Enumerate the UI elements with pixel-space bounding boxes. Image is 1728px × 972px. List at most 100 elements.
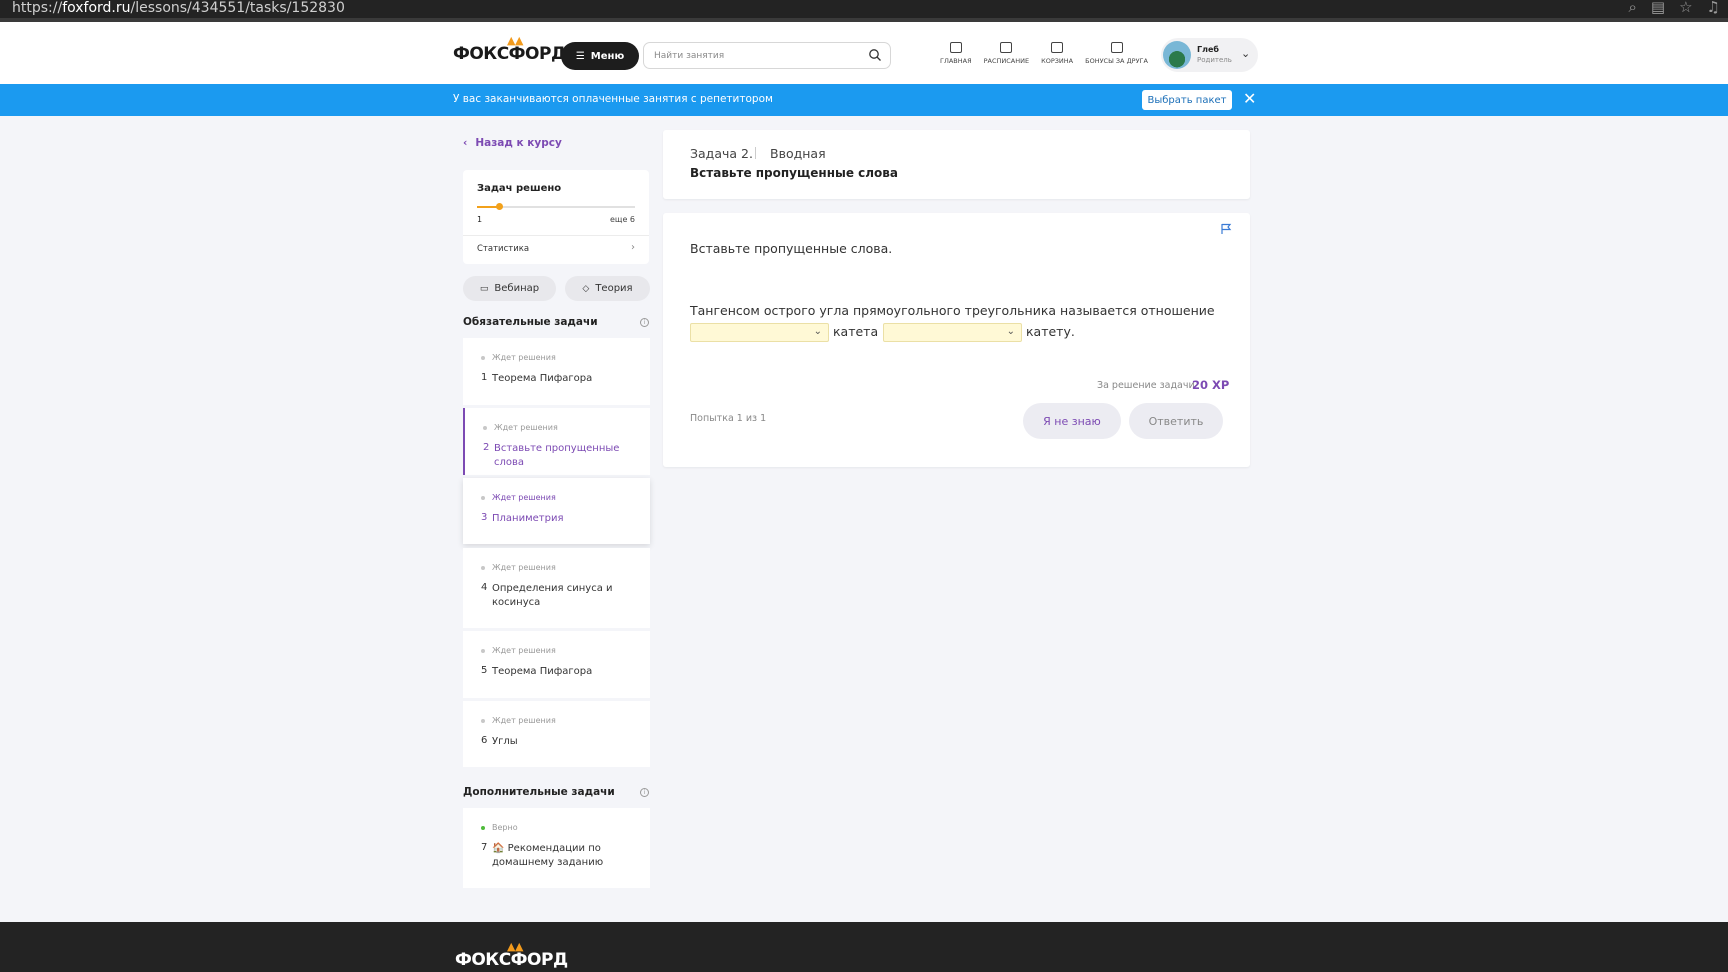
cart-icon [1051,42,1064,53]
nav-cart[interactable]: КОРЗИНА [1041,42,1073,65]
answer-button[interactable]: Ответить [1129,403,1223,439]
reader-icon[interactable]: ▤ [1651,0,1665,16]
status-dot [481,826,485,830]
task-header-card: Задача 2. Вводная Вставьте пропущенные с… [663,130,1250,199]
nav-schedule[interactable]: РАСПИСАНИЕ [983,42,1030,65]
nav-schedule-label: РАСПИСАНИЕ [983,57,1030,65]
chevron-down-icon: ⌄ [813,326,822,337]
back-label: Назад к курсу [475,137,562,149]
bookmark-star-icon[interactable]: ☆ [1679,0,1692,16]
task-item-2[interactable]: Ждет решения 2 Вставьте пропущенные слов… [463,408,650,475]
progress-remaining: еще 6 [609,215,635,224]
choose-package-button[interactable]: Выбрать пакет [1142,90,1232,110]
info-icon[interactable]: i [640,788,649,797]
user-role: Родитель [1197,56,1232,64]
menu-list-icon: ☰ [575,50,585,62]
site-footer: ФОКСФОРД ▲▲ [0,922,1728,972]
statistics-link[interactable]: Статистика [477,244,529,254]
task-status: Ждет решения [492,493,556,502]
url-path: /lessons/434551/tasks/152830 [130,0,345,16]
gift-icon [1110,42,1123,53]
site-header: ФОКСФОРД▲▲ ☰ Меню ГЛАВНАЯ РАСПИСАНИЕ КОРЗ… [0,22,1728,84]
user-name: Глеб [1197,45,1219,54]
search-input[interactable] [654,48,854,64]
task-status: Ждет решения [492,646,556,655]
progress-card: Задач решено 1 еще 6 Статистика › [463,170,649,264]
task-number: 1 [481,372,488,383]
task-sentence: Тангенсом острого угла прямоугольного тр… [690,303,1215,318]
nav-bonus-label: БОНУСЫ ЗА ДРУГА [1085,57,1148,65]
task-label: Планиметрия [492,513,564,524]
flag-icon[interactable] [1220,223,1232,235]
task-item-1[interactable]: Ждет решения 1 Теорема Пифагора [463,338,650,405]
task-item-6[interactable]: Ждет решения 6 Углы [463,701,650,767]
task-number: 5 [481,665,488,676]
dont-know-button[interactable]: Я не знаю [1023,403,1121,439]
progress-bar [477,203,635,210]
task-label: Определения синуса и косинуса [492,583,613,608]
video-icon: ▭ [479,283,489,294]
webinar-label: Вебинар [494,283,540,294]
answer-select-2[interactable]: ⌄ [883,323,1022,342]
attempt-counter: Попытка 1 из 1 [690,413,767,424]
progress-marker [496,203,504,210]
media-icon[interactable]: ♫ [1707,0,1720,16]
menu-button[interactable]: ☰ Меню [561,42,639,70]
menu-label: Меню [590,50,625,62]
task-instruction: Вставьте пропущенные слова. [690,241,893,256]
progress-solved: 1 [477,215,483,224]
theory-button[interactable]: ◇ Теория [565,276,650,301]
user-menu[interactable]: Глеб Родитель ⌄ [1161,38,1258,72]
zoom-icon[interactable]: ⌕ [1629,0,1637,16]
banner-text: У вас заканчиваются оплаченные занятия с… [453,93,773,105]
task-label: 🏠 Рекомендации по домашнему заданию [492,843,604,868]
chevron-right-icon: › [631,242,635,253]
task-number-label: Задача 2. [690,146,753,161]
task-number: 7 [481,842,488,853]
task-label: Теорема Пифагора [492,666,593,677]
fox-ears-icon: ▲▲ [507,34,523,47]
main-nav: ГЛАВНАЯ РАСПИСАНИЕ КОРЗИНА БОНУСЫ ЗА ДРУ… [940,42,1148,65]
reward-label: За решение задачи [1097,380,1195,391]
logo[interactable]: ФОКСФОРД ▲▲ [453,34,566,64]
fox-ears-icon: ▲▲ [507,940,523,953]
task-label: Теорема Пифагора [492,373,593,384]
status-dot [481,719,485,723]
divider [463,235,649,236]
close-icon[interactable]: ✕ [1243,89,1256,109]
task-item-4[interactable]: Ждет решения 4 Определения синуса и коси… [463,548,650,628]
reward-value: 20 XP [1192,378,1230,392]
required-tasks-title: Обязательные задачи [463,316,598,328]
task-status: Ждет решения [492,353,556,362]
back-to-course-link[interactable]: ‹ Назад к курсу [463,137,562,149]
graduation-cap-icon: ◇ [582,283,590,294]
task-tag: Вводная [770,146,826,161]
status-dot [481,496,485,500]
info-icon[interactable]: i [640,318,649,327]
task-item-5[interactable]: Ждет решения 5 Теорема Пифагора [463,631,650,698]
task-label: Вставьте пропущенные слова [494,443,620,468]
search-icon[interactable] [868,48,882,62]
calendar-icon [1000,42,1013,53]
status-dot [483,426,487,430]
footer-logo-text: ФОКСФОРД [455,950,568,970]
nav-home[interactable]: ГЛАВНАЯ [940,42,972,65]
status-dot [481,356,485,360]
footer-logo[interactable]: ФОКСФОРД ▲▲ [455,940,568,970]
chevron-down-icon: ⌄ [1006,326,1015,337]
address-bar[interactable]: https://foxford.ru/lessons/434551/tasks/… [12,0,345,16]
search-box [643,42,891,69]
task-number: 4 [481,582,488,593]
task-sentence-end: катету. [1026,324,1075,339]
task-item-7[interactable]: Верно 7 🏠 Рекомендации по домашнему зада… [463,808,650,888]
logo-text: ФОКСФОРД [453,44,566,64]
webinar-button[interactable]: ▭ Вебинар [463,276,556,301]
task-label: Углы [492,736,518,747]
task-number: 2 [483,442,490,453]
answer-select-1[interactable]: ⌄ [690,323,829,342]
task-number: 6 [481,735,488,746]
nav-bonus[interactable]: БОНУСЫ ЗА ДРУГА [1085,42,1148,65]
task-item-3[interactable]: Ждет решения 3 Планиметрия [463,478,650,544]
notification-banner: У вас заканчиваются оплаченные занятия с… [0,84,1728,116]
task-status: Ждет решения [492,563,556,572]
